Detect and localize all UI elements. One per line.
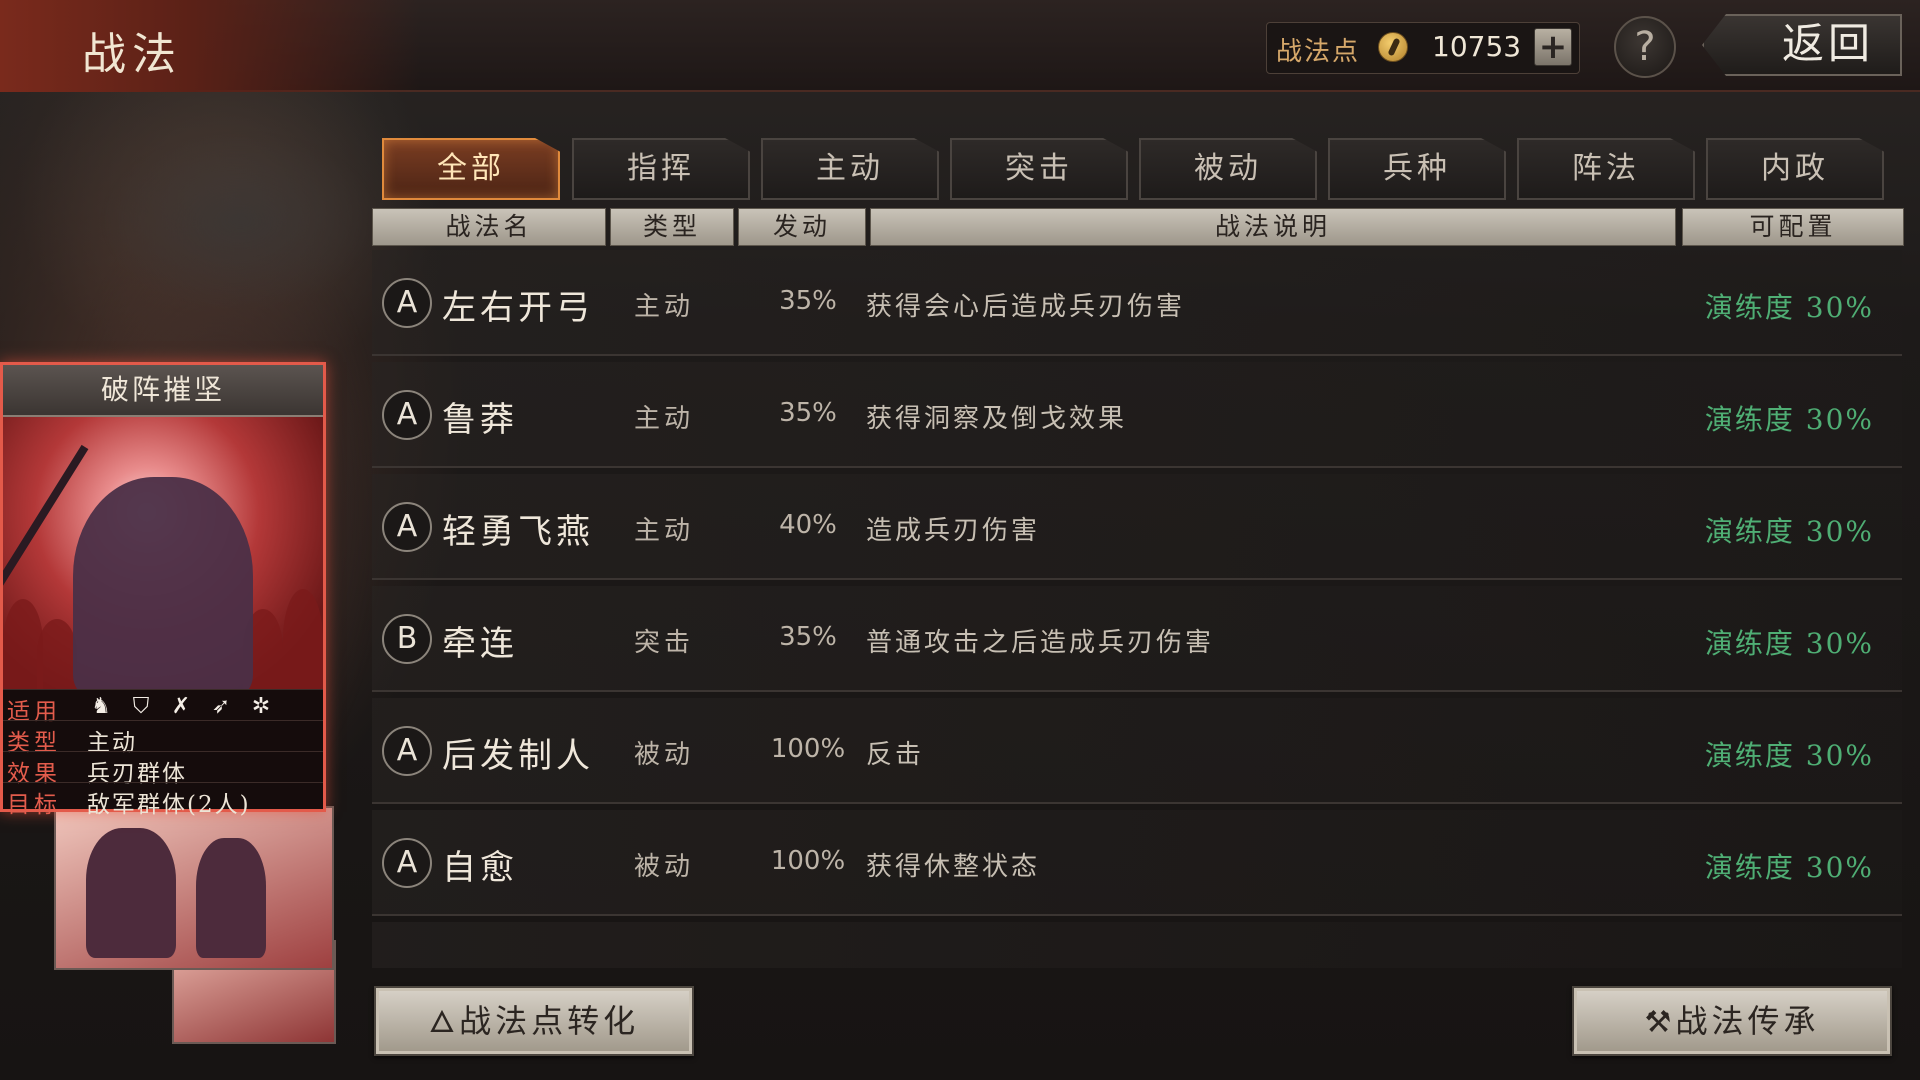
grade-badge: A xyxy=(382,390,432,440)
skill-name: 自愈 xyxy=(442,848,518,888)
skill-row[interactable]: A 鲁莽 主动 35% 获得洞察及倒戈效果 演练度 30% xyxy=(372,362,1902,468)
skill-point-coin-icon xyxy=(1378,32,1408,62)
skill-progress: 演练度 30% xyxy=(1704,851,1874,884)
card-art-crowd xyxy=(37,619,77,689)
column-header-name[interactable]: 战法名 xyxy=(372,208,606,246)
skill-progress: 演练度 30% xyxy=(1704,515,1874,548)
cavalry-icon: ♞ xyxy=(91,694,111,719)
tab-all[interactable]: 全部 xyxy=(382,138,560,200)
skill-rate: 35% xyxy=(779,622,837,652)
card-art-crowd xyxy=(283,589,323,689)
tab-troop[interactable]: 兵种 xyxy=(1328,138,1506,200)
skill-rate: 40% xyxy=(779,510,837,540)
skill-row[interactable]: A 轻勇飞燕 主动 40% 造成兵刃伤害 演练度 30% xyxy=(372,474,1902,580)
skill-description: 获得休整状态 xyxy=(866,852,1041,882)
skill-type: 被动 xyxy=(634,852,695,882)
skill-rate: 100% xyxy=(770,734,846,764)
skill-type: 突击 xyxy=(634,628,695,658)
wheel-icon: ✲ xyxy=(251,694,271,719)
skill-row[interactable]: B 牵连 突击 35% 普通攻击之后造成兵刃伤害 演练度 30% xyxy=(372,586,1902,692)
skill-row[interactable]: A 后发制人 被动 100% 反击 演练度 30% xyxy=(372,698,1902,804)
grade-badge: B xyxy=(382,614,432,664)
skill-points-value: 10753 xyxy=(1432,30,1522,63)
tab-active[interactable]: 主动 xyxy=(761,138,939,200)
skill-name: 鲁莽 xyxy=(442,400,518,440)
skill-card-thumbnail[interactable] xyxy=(54,806,334,970)
card-info: 适用 ♞ ⛉ ✗ ➶ ✲ 类型 主动 效果 兵刃群体 目标 敌军群体(2人) xyxy=(3,689,323,818)
grade-badge: A xyxy=(382,726,432,776)
selected-skill-card[interactable]: 破阵摧坚 适用 ♞ ⛉ ✗ ➶ ✲ 类型 主动 效果 兵刃群体 目标 敌军群体(… xyxy=(0,362,326,818)
skill-progress: 演练度 30% xyxy=(1704,403,1874,436)
skill-name: 轻勇飞燕 xyxy=(442,512,594,552)
column-header-rate[interactable]: 发动 xyxy=(738,208,866,246)
shield-icon: ⛉ xyxy=(132,694,150,719)
convert-points-button[interactable]: 🜂 战法点转化 xyxy=(374,986,694,1056)
flame-icon: 🜂 xyxy=(428,1005,456,1040)
grade-badge: A xyxy=(382,838,432,888)
convert-points-label: 战法点转化 xyxy=(459,1002,640,1040)
card-artwork xyxy=(3,417,323,689)
tab-assault[interactable]: 突击 xyxy=(950,138,1128,200)
column-header-configurable[interactable]: 可配置 xyxy=(1682,208,1904,246)
card-title: 破阵摧坚 xyxy=(3,365,323,417)
title-plate xyxy=(0,0,420,92)
skill-type: 主动 xyxy=(634,516,695,546)
skill-name: 牵连 xyxy=(442,624,518,664)
skill-description: 反击 xyxy=(866,740,925,770)
help-button[interactable]: ? xyxy=(1614,16,1676,78)
tab-formation[interactable]: 阵法 xyxy=(1517,138,1695,200)
skill-type: 主动 xyxy=(634,404,695,434)
skill-list[interactable]: A 左右开弓 主动 35% 获得会心后造成兵刃伤害 演练度 30% A 鲁莽 主… xyxy=(372,250,1902,968)
skill-rate: 100% xyxy=(770,846,846,876)
skill-progress: 演练度 30% xyxy=(1704,627,1874,660)
back-button[interactable]: 返回 xyxy=(1702,14,1902,76)
card-art-figure xyxy=(196,838,266,958)
skill-rate: 35% xyxy=(779,286,837,316)
card-info-row: 目标 敌军群体(2人) xyxy=(3,782,323,818)
page-title: 战法 xyxy=(82,29,182,80)
tab-internal[interactable]: 内政 xyxy=(1706,138,1884,200)
add-points-button[interactable]: + xyxy=(1534,28,1572,66)
grade-badge: A xyxy=(382,502,432,552)
skill-description: 造成兵刃伤害 xyxy=(866,516,1041,546)
skill-name: 左右开弓 xyxy=(442,288,594,328)
inherit-skill-button[interactable]: ⚒ 战法传承 xyxy=(1572,986,1892,1056)
skill-type: 主动 xyxy=(634,292,695,322)
skill-progress: 演练度 30% xyxy=(1704,291,1874,324)
skill-description: 获得会心后造成兵刃伤害 xyxy=(866,292,1186,322)
card-info-row: 类型 主动 xyxy=(3,720,323,756)
skill-rate: 35% xyxy=(779,398,837,428)
card-art-warrior xyxy=(73,477,253,689)
skill-description: 普通攻击之后造成兵刃伤害 xyxy=(866,628,1215,658)
skill-row[interactable]: A 左右开弓 主动 35% 获得会心后造成兵刃伤害 演练度 30% xyxy=(372,250,1902,356)
card-art-figure xyxy=(86,828,176,958)
skill-type: 被动 xyxy=(634,740,695,770)
skill-progress: 演练度 30% xyxy=(1704,739,1874,772)
card-info-value: 敌军群体(2人) xyxy=(87,792,251,818)
spear-icon: ➶ xyxy=(211,694,231,719)
card-info-key: 目标 xyxy=(7,792,61,818)
grade-badge: A xyxy=(382,278,432,328)
skill-points-label: 战法点 xyxy=(1276,37,1361,67)
tab-passive[interactable]: 被动 xyxy=(1139,138,1317,200)
skill-row-partial[interactable] xyxy=(372,922,1902,968)
skill-name: 后发制人 xyxy=(442,736,594,776)
card-info-row: 效果 兵刃群体 xyxy=(3,751,323,787)
bow-icon: ✗ xyxy=(171,694,191,719)
inherit-skill-label: 战法传承 xyxy=(1675,1002,1820,1040)
tab-command[interactable]: 指挥 xyxy=(572,138,750,200)
column-header-type[interactable]: 类型 xyxy=(610,208,734,246)
column-header-description: 战法说明 xyxy=(870,208,1676,246)
hammer-icon: ⚒ xyxy=(1644,1005,1672,1040)
skill-row[interactable]: A 自愈 被动 100% 获得休整状态 演练度 30% xyxy=(372,810,1902,916)
card-info-row: 适用 ♞ ⛉ ✗ ➶ ✲ xyxy=(3,689,323,725)
skill-description: 获得洞察及倒戈效果 xyxy=(866,404,1128,434)
